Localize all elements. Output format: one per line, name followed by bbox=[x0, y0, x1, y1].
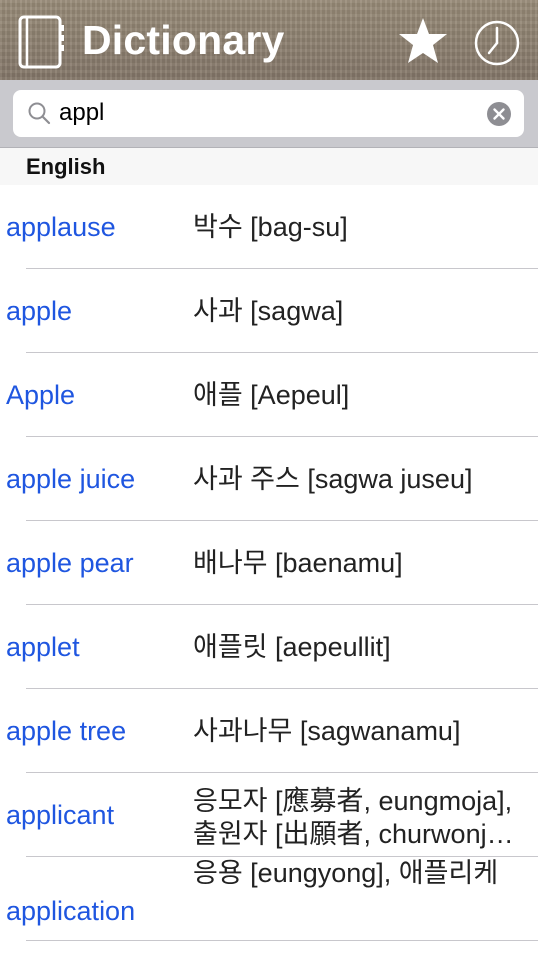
entry-word: Apple bbox=[6, 380, 76, 410]
search-icon bbox=[28, 102, 51, 125]
entry-translation-line: 응모자 [應募者, eungmoja], bbox=[193, 786, 513, 816]
entry-translation: 배나무 [baenamu] bbox=[193, 547, 403, 578]
entry-translation: 사과나무 [sagwanamu] bbox=[193, 715, 461, 746]
entry-translation-line: 출원자 [出願者, churwonj… bbox=[193, 819, 514, 849]
search-input[interactable] bbox=[59, 96, 459, 130]
clear-icon[interactable] bbox=[487, 102, 511, 126]
book-icon bbox=[18, 15, 64, 69]
entry-translation: 사과 주스 [sagwa juseu] bbox=[193, 463, 473, 494]
entry-translation: 사과 [sagwa] bbox=[193, 295, 344, 326]
entry-translation: 애플릿 [aepeullit] bbox=[193, 631, 391, 662]
entry-translation: 애플 [Aepeul] bbox=[193, 379, 350, 410]
section-header: English bbox=[0, 148, 538, 185]
list-item[interactable]: applause 박수 [bag-su] bbox=[0, 185, 538, 269]
section-header-label: English bbox=[26, 154, 106, 179]
search-bar bbox=[0, 80, 538, 148]
list-item[interactable]: applicant 응모자 [應募者, eungmoja], 출원자 [出願者,… bbox=[0, 773, 538, 857]
clock-icon[interactable] bbox=[473, 19, 521, 67]
entry-translation: 박수 [bag-su] bbox=[193, 211, 348, 242]
entry-word: applicant bbox=[6, 800, 115, 830]
page-title: Dictionary bbox=[82, 17, 285, 63]
search-field[interactable] bbox=[13, 90, 524, 137]
entry-word: apple juice bbox=[6, 464, 136, 494]
navigation-bar: Dictionary bbox=[0, 0, 538, 80]
list-item[interactable]: Apple 애플 [Aepeul] bbox=[0, 353, 538, 437]
star-icon[interactable] bbox=[397, 17, 449, 65]
results-list: applause 박수 [bag-su] apple 사과 [sagwa] Ap… bbox=[0, 185, 538, 941]
list-item[interactable]: apple juice 사과 주스 [sagwa juseu] bbox=[0, 437, 538, 521]
entry-translation: 응모자 [應募者, eungmoja], 출원자 [出願者, churwonj… bbox=[193, 773, 533, 857]
entry-word: apple tree bbox=[6, 716, 127, 746]
entry-word: apple bbox=[6, 296, 73, 326]
entry-word: applause bbox=[6, 212, 116, 242]
list-item[interactable]: apple 사과 [sagwa] bbox=[0, 269, 538, 353]
entry-word: apple pear bbox=[6, 548, 134, 578]
list-item[interactable]: applet 애플릿 [aepeullit] bbox=[0, 605, 538, 689]
list-item[interactable]: application 응용 [eungyong], 애플리케 bbox=[0, 857, 538, 941]
entry-word: application bbox=[6, 896, 136, 926]
entry-word: applet bbox=[6, 632, 80, 662]
list-item[interactable]: apple pear 배나무 [baenamu] bbox=[0, 521, 538, 605]
list-item[interactable]: apple tree 사과나무 [sagwanamu] bbox=[0, 689, 538, 773]
entry-translation-line: 응용 [eungyong], 애플리케 bbox=[193, 858, 499, 888]
entry-translation: 응용 [eungyong], 애플리케 bbox=[193, 857, 533, 941]
